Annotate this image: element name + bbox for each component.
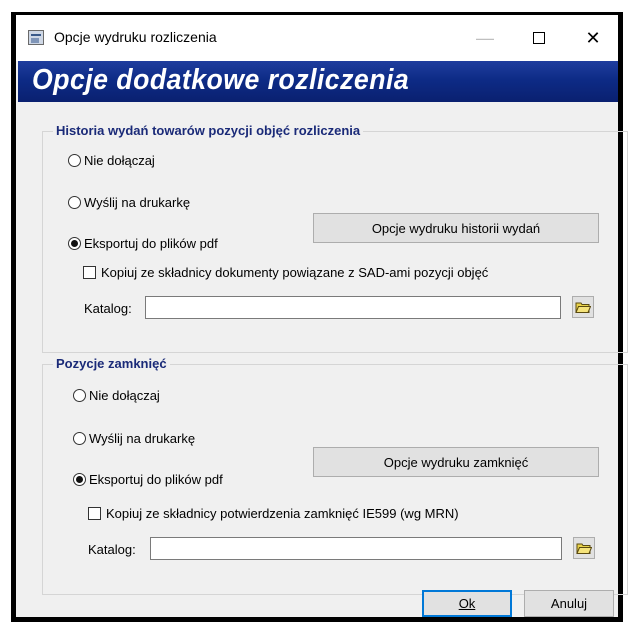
radio-label: Wyślij na drukarkę: [84, 195, 191, 210]
history-radio-none[interactable]: Nie dołączaj: [68, 153, 155, 168]
folder-icon: [575, 302, 591, 313]
window-title: Opcje wydruku rozliczenia: [54, 29, 217, 45]
checkbox-label: Kopiuj ze składnicy potwierdzenia zamkni…: [106, 506, 459, 521]
minimize-icon: —: [476, 27, 494, 48]
folder-icon: [576, 543, 592, 554]
history-radio-printer[interactable]: Wyślij na drukarkę: [68, 195, 190, 210]
closures-copy-checkbox[interactable]: Kopiuj ze składnicy potwierdzenia zamkni…: [88, 506, 459, 521]
radio-label: Nie dołączaj: [84, 153, 155, 168]
closures-browse-button[interactable]: [573, 537, 595, 559]
maximize-icon: [533, 32, 545, 44]
radio-label: Eksportuj do plików pdf: [89, 472, 223, 487]
cancel-button[interactable]: Anuluj: [524, 590, 614, 617]
radio-label: Eksportuj do plików pdf: [84, 236, 218, 251]
app-icon: [28, 30, 44, 45]
history-browse-button[interactable]: [572, 296, 594, 318]
radio-circle: [68, 154, 81, 167]
checkbox-box: [83, 266, 96, 279]
history-radio-pdf[interactable]: Eksportuj do plików pdf: [68, 236, 218, 251]
history-group: Historia wydań towarów pozycji objęć roz…: [42, 123, 628, 353]
history-copy-checkbox[interactable]: Kopiuj ze składnicy dokumenty powiązane …: [83, 265, 488, 280]
maximize-button[interactable]: [516, 15, 562, 61]
dialog-window: Opcje wydruku rozliczenia — ✕ Opcje doda…: [11, 12, 628, 622]
checkbox-label: Kopiuj ze składnicy dokumenty powiązane …: [101, 265, 489, 280]
history-print-options-button[interactable]: Opcje wydruku historii wydań: [313, 213, 599, 243]
closures-radio-none[interactable]: Nie dołączaj: [73, 388, 160, 403]
ok-button-label: Ok: [458, 596, 476, 611]
minimize-button[interactable]: —: [462, 15, 508, 61]
radio-circle: [73, 389, 86, 402]
radio-circle: [68, 196, 81, 209]
close-icon: ✕: [585, 27, 601, 48]
history-catalog-label: Katalog:: [84, 301, 132, 316]
closures-catalog-input[interactable]: [150, 537, 562, 560]
close-button[interactable]: ✕: [570, 15, 616, 61]
closures-catalog-label: Katalog:: [88, 542, 136, 557]
radio-circle: [73, 432, 86, 445]
banner-title: Opcje dodatkowe rozliczenia: [32, 64, 410, 96]
history-group-title: Historia wydań towarów pozycji objęć roz…: [53, 123, 364, 138]
ok-button[interactable]: Ok: [422, 590, 512, 617]
closures-radio-pdf[interactable]: Eksportuj do plików pdf: [73, 472, 223, 487]
closures-group-title: Pozycje zamknięć: [53, 356, 170, 371]
radio-circle: [73, 473, 86, 486]
history-catalog-input[interactable]: [145, 296, 561, 319]
closures-print-options-button[interactable]: Opcje wydruku zamknięć: [313, 447, 599, 477]
radio-circle: [68, 237, 81, 250]
header-banner: Opcje dodatkowe rozliczenia: [18, 61, 618, 102]
radio-label: Nie dołączaj: [89, 388, 160, 403]
radio-label: Wyślij na drukarkę: [89, 431, 196, 446]
checkbox-box: [88, 507, 101, 520]
closures-group: Pozycje zamknięć Nie dołączaj Wyślij na …: [42, 356, 628, 595]
closures-radio-printer[interactable]: Wyślij na drukarkę: [73, 431, 195, 446]
title-bar: Opcje wydruku rozliczenia — ✕: [16, 15, 618, 61]
